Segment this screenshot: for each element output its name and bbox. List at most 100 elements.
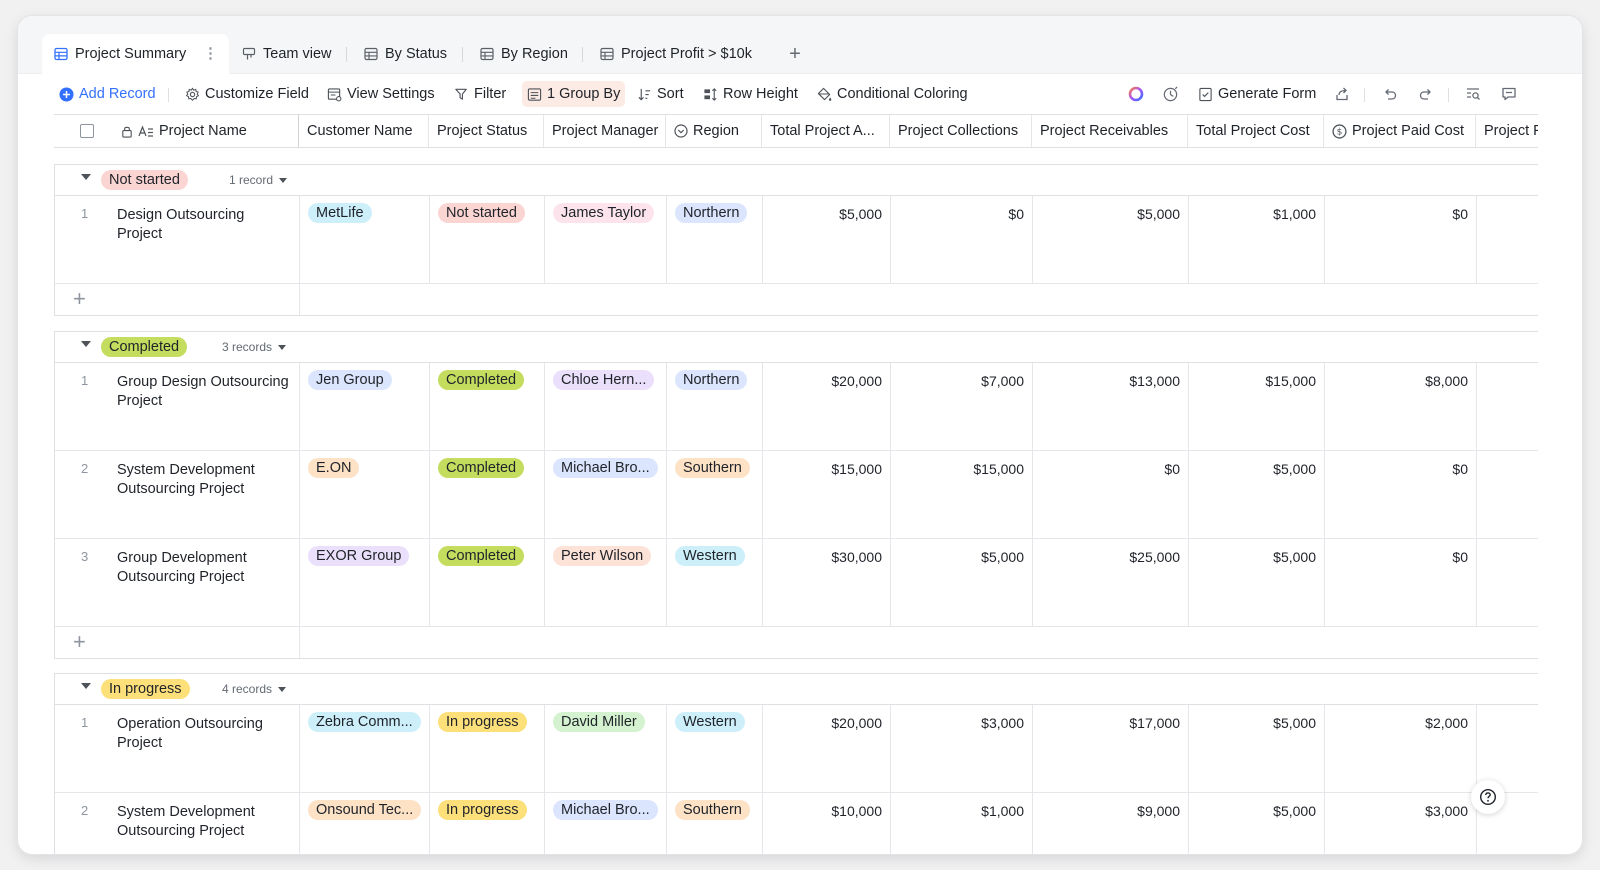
status-cell[interactable]: Completed [430, 363, 545, 450]
group-count[interactable]: 4 records [222, 682, 287, 696]
tab-project-summary[interactable]: Project Summary ⋮ [42, 34, 229, 74]
customer-cell[interactable]: Jen Group [300, 363, 430, 450]
search-records-icon[interactable] [1461, 82, 1485, 106]
redo-icon[interactable] [1414, 82, 1438, 106]
paid-cost-cell[interactable]: $2,000 [1325, 705, 1477, 792]
cost-cell[interactable]: $5,000 [1189, 451, 1325, 538]
filter-button[interactable]: Filter [449, 81, 511, 107]
add-record-button[interactable]: Add Record [54, 81, 161, 107]
collapse-caret-icon[interactable] [81, 341, 91, 347]
customer-cell[interactable]: Zebra Comm... [300, 705, 430, 792]
status-cell[interactable]: Completed [430, 539, 545, 626]
cost-cell[interactable]: $1,000 [1189, 196, 1325, 283]
amount-cell[interactable]: $20,000 [763, 363, 891, 450]
receivables-cell[interactable]: $0 [1033, 451, 1189, 538]
table-row[interactable]: 1 Group Design Outsourcing Project Jen G… [54, 363, 1538, 451]
add-view-button[interactable]: + [783, 42, 807, 66]
table-row[interactable]: 3 Group Development Outsourcing Project … [54, 539, 1538, 627]
comment-icon[interactable] [1497, 82, 1521, 106]
customize-field-button[interactable]: Customize Field [180, 81, 314, 107]
select-all-checkbox[interactable] [80, 124, 94, 138]
receivables-cell[interactable]: $5,000 [1033, 196, 1189, 283]
amount-cell[interactable]: $5,000 [763, 196, 891, 283]
receivables-cell[interactable]: $13,000 [1033, 363, 1189, 450]
undo-icon[interactable] [1378, 82, 1402, 106]
amount-cell[interactable]: $15,000 [763, 451, 891, 538]
status-cell[interactable]: Not started [430, 196, 545, 283]
cost-cell[interactable]: $15,000 [1189, 363, 1325, 450]
add-row-plus-icon[interactable]: + [73, 287, 86, 311]
manager-cell[interactable]: Michael Bro... [545, 451, 667, 538]
customer-cell[interactable]: EXOR Group [300, 539, 430, 626]
collections-cell[interactable]: $0 [891, 196, 1033, 283]
header-project-manager[interactable]: Project Manager [544, 115, 666, 147]
help-button[interactable] [1471, 780, 1505, 814]
tab-project-profit[interactable]: Project Profit > $10k [588, 34, 764, 74]
collections-cell[interactable]: $3,000 [891, 705, 1033, 792]
conditional-coloring-button[interactable]: Conditional Coloring [812, 81, 973, 107]
project-name-cell[interactable]: Operation Outsourcing Project [117, 715, 293, 753]
cost-cell[interactable]: $5,000 [1189, 539, 1325, 626]
more-options-icon[interactable]: ⋮ [203, 46, 217, 62]
paid-cost-cell[interactable]: $0 [1325, 196, 1477, 283]
region-cell[interactable]: Southern [667, 451, 763, 538]
sort-button[interactable]: Sort [632, 81, 689, 107]
manager-cell[interactable]: Michael Bro... [545, 793, 667, 854]
region-cell[interactable]: Northern [667, 196, 763, 283]
share-icon[interactable] [1330, 82, 1354, 106]
header-project-collections[interactable]: Project Collections [890, 115, 1032, 147]
table-row[interactable]: 2 System Development Outsourcing Project… [54, 793, 1538, 854]
paid-cost-cell[interactable]: $0 [1325, 451, 1477, 538]
project-name-cell[interactable]: Group Design Outsourcing Project [117, 373, 293, 411]
tab-team-view[interactable]: Team view [230, 34, 344, 74]
header-project-profit[interactable]: Project F [1476, 115, 1538, 147]
ai-assistant-icon[interactable] [1124, 82, 1148, 106]
project-name-cell[interactable]: System Development Outsourcing Project [117, 803, 293, 841]
automation-icon[interactable] [1158, 82, 1182, 106]
receivables-cell[interactable]: $25,000 [1033, 539, 1189, 626]
manager-cell[interactable]: James Taylor [545, 196, 667, 283]
header-customer-name[interactable]: Customer Name [299, 115, 429, 147]
manager-cell[interactable]: Chloe Hern... [545, 363, 667, 450]
collections-cell[interactable]: $5,000 [891, 539, 1033, 626]
collections-cell[interactable]: $15,000 [891, 451, 1033, 538]
project-name-cell[interactable]: Design Outsourcing Project [117, 206, 293, 244]
header-project-receivables[interactable]: Project Receivables [1032, 115, 1188, 147]
paid-cost-cell[interactable]: $3,000 [1325, 793, 1477, 854]
header-region[interactable]: Region [666, 115, 762, 147]
cost-cell[interactable]: $5,000 [1189, 705, 1325, 792]
row-height-button[interactable]: Row Height [698, 81, 803, 107]
project-name-cell[interactable]: Group Development Outsourcing Project [117, 549, 293, 587]
table-row[interactable]: 1 Design Outsourcing Project MetLife Not… [54, 196, 1538, 284]
table-row[interactable]: 1 Operation Outsourcing Project Zebra Co… [54, 705, 1538, 793]
group-by-button[interactable]: 1 Group By [522, 81, 626, 107]
header-total-project-amount[interactable]: Total Project A... [762, 115, 890, 147]
paid-cost-cell[interactable]: $8,000 [1325, 363, 1477, 450]
collections-cell[interactable]: $1,000 [891, 793, 1033, 854]
table-row[interactable]: 2 System Development Outsourcing Project… [54, 451, 1538, 539]
status-cell[interactable]: In progress [430, 793, 545, 854]
add-row[interactable]: + [54, 284, 1538, 316]
amount-cell[interactable]: $30,000 [763, 539, 891, 626]
group-count[interactable]: 3 records [222, 340, 287, 354]
customer-cell[interactable]: E.ON [300, 451, 430, 538]
status-cell[interactable]: Completed [430, 451, 545, 538]
region-cell[interactable]: Southern [667, 793, 763, 854]
cost-cell[interactable]: $5,000 [1189, 793, 1325, 854]
amount-cell[interactable]: $20,000 [763, 705, 891, 792]
manager-cell[interactable]: Peter Wilson [545, 539, 667, 626]
header-project-status[interactable]: Project Status [429, 115, 544, 147]
receivables-cell[interactable]: $17,000 [1033, 705, 1189, 792]
customer-cell[interactable]: Onsound Tec... [300, 793, 430, 854]
region-cell[interactable]: Northern [667, 363, 763, 450]
generate-form-button[interactable]: Generate Form [1193, 81, 1321, 107]
status-cell[interactable]: In progress [430, 705, 545, 792]
region-cell[interactable]: Western [667, 705, 763, 792]
manager-cell[interactable]: David Miller [545, 705, 667, 792]
group-count[interactable]: 1 record [229, 173, 288, 187]
collapse-caret-icon[interactable] [81, 683, 91, 689]
paid-cost-cell[interactable]: $0 [1325, 539, 1477, 626]
header-project-paid-cost[interactable]: $ Project Paid Cost [1324, 115, 1476, 147]
customer-cell[interactable]: MetLife [300, 196, 430, 283]
collapse-caret-icon[interactable] [81, 174, 91, 180]
